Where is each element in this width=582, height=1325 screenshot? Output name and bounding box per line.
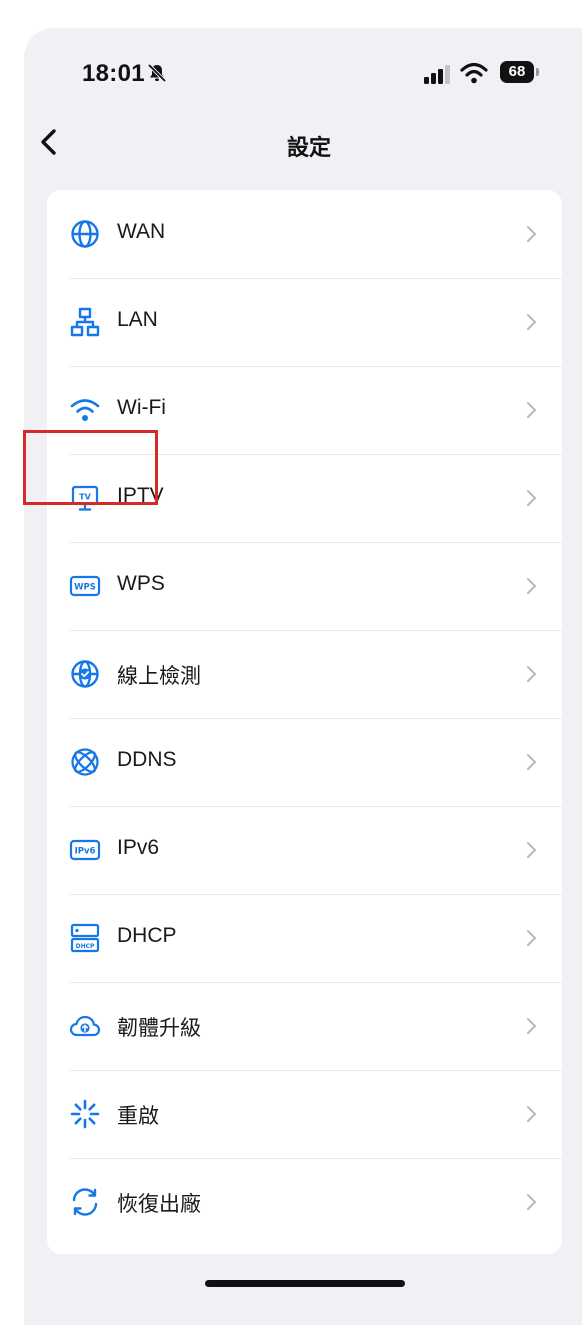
battery-level: 68: [500, 61, 534, 83]
settings-item-label: 韌體升級: [117, 1017, 201, 1040]
settings-item-ddns[interactable]: DDNS: [47, 718, 562, 806]
settings-item-lan[interactable]: LAN: [47, 278, 562, 366]
settings-item-label: WAN: [117, 220, 166, 243]
page-title: 設定: [286, 135, 331, 160]
ipv6-icon: IPv6: [69, 839, 101, 861]
settings-item-label: 恢復出廠: [117, 1193, 201, 1216]
row-divider: [69, 894, 562, 895]
status-bar: 18:01 68: [24, 28, 582, 128]
home-indicator[interactable]: [205, 1280, 405, 1287]
settings-item-label: DDNS: [117, 748, 177, 771]
settings-item-ipv6[interactable]: IPv6 IPv6: [47, 806, 562, 894]
chevron-right-icon: [527, 930, 536, 946]
chevron-right-icon: [527, 842, 536, 858]
chevron-right-icon: [527, 226, 536, 242]
row-divider: [69, 542, 562, 543]
battery-cap: [536, 68, 539, 76]
online-check-icon: [71, 660, 99, 688]
settings-item-label: IPTV: [117, 484, 164, 507]
bell-slash-icon: [147, 63, 167, 83]
settings-item-factory-reset[interactable]: 恢復出廠: [47, 1158, 562, 1246]
settings-list: WAN LAN Wi-Fi TV IPTV WPS WPS 線上檢測 DDNS …: [47, 190, 562, 1254]
chevron-right-icon: [527, 314, 536, 330]
settings-item-dhcp[interactable]: DHCP DHCP: [47, 894, 562, 982]
ddns-icon: [71, 748, 99, 776]
restart-icon: [70, 1099, 100, 1129]
row-divider: [69, 366, 562, 367]
cloud-upload-icon: [69, 1015, 101, 1037]
row-divider: [69, 278, 562, 279]
settings-item-iptv[interactable]: TV IPTV: [47, 454, 562, 542]
row-divider: [69, 718, 562, 719]
row-divider: [69, 1158, 562, 1159]
svg-text:IPv6: IPv6: [75, 847, 96, 857]
settings-item-wps[interactable]: WPS WPS: [47, 542, 562, 630]
globe-icon: [71, 220, 99, 248]
svg-text:DHCP: DHCP: [76, 943, 95, 950]
svg-text:WPS: WPS: [74, 583, 96, 593]
reset-icon: [72, 1188, 98, 1216]
chevron-right-icon: [527, 666, 536, 682]
settings-item-label: 重啟: [117, 1105, 159, 1128]
settings-item-wan[interactable]: WAN: [47, 190, 562, 278]
battery-icon: 68: [500, 61, 540, 83]
chevron-right-icon: [527, 578, 536, 594]
status-time: 18:01: [82, 60, 145, 87]
chevron-right-icon: [527, 402, 536, 418]
network-icon: [70, 307, 100, 337]
chevron-right-icon: [527, 754, 536, 770]
settings-item-label: Wi-Fi: [117, 396, 166, 419]
settings-item-wifi[interactable]: Wi-Fi: [47, 366, 562, 454]
row-divider: [69, 630, 562, 631]
row-divider: [69, 1070, 562, 1071]
chevron-right-icon: [527, 1018, 536, 1034]
settings-item-online-check[interactable]: 線上檢測: [47, 630, 562, 718]
settings-item-label: DHCP: [117, 924, 177, 947]
wifi-icon: [70, 399, 100, 421]
chevron-right-icon: [527, 490, 536, 506]
wifi-icon: [460, 62, 488, 84]
settings-item-label: 線上檢測: [117, 665, 201, 688]
row-divider: [69, 454, 562, 455]
tv-icon: TV: [71, 485, 99, 511]
row-divider: [69, 982, 562, 983]
settings-item-firmware-upgrade[interactable]: 韌體升級: [47, 982, 562, 1070]
settings-item-label: IPv6: [117, 836, 160, 859]
svg-text:TV: TV: [79, 493, 91, 502]
chevron-right-icon: [527, 1194, 536, 1210]
settings-item-label: WPS: [117, 572, 165, 595]
dhcp-icon: DHCP: [70, 923, 100, 953]
phone-screen: 18:01 68 設定 WAN LAN Wi-Fi TV IPTV WPS WP…: [24, 28, 582, 1325]
settings-item-label: LAN: [117, 308, 158, 331]
wps-icon: WPS: [69, 575, 101, 597]
chevron-right-icon: [527, 1106, 536, 1122]
signal-icon: [424, 65, 450, 84]
row-divider: [69, 806, 562, 807]
settings-item-restart[interactable]: 重啟: [47, 1070, 562, 1158]
